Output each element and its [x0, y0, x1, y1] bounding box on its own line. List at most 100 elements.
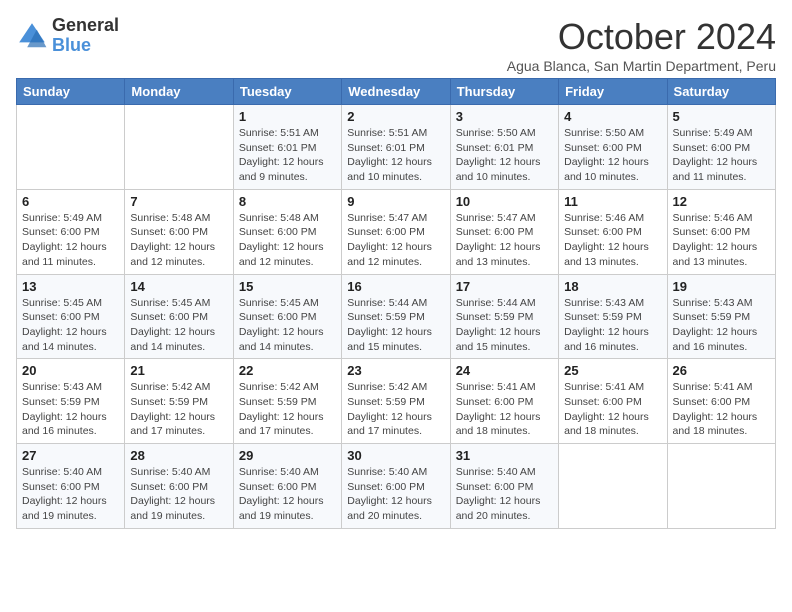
day-number: 8: [239, 194, 336, 209]
day-detail: Sunrise: 5:40 AM Sunset: 6:00 PM Dayligh…: [239, 465, 336, 524]
day-number: 15: [239, 279, 336, 294]
day-cell: 28Sunrise: 5:40 AM Sunset: 6:00 PM Dayli…: [125, 444, 233, 529]
day-cell: [17, 105, 125, 190]
day-cell: 26 Sunrise: 5:41 AM Sunset: 6:00 PM Dayli…: [667, 359, 775, 444]
day-detail: Sunrise: 5:48 AM Sunset: 6:00 PM Dayligh…: [130, 211, 227, 270]
day-number: 7: [130, 194, 227, 209]
calendar-title: October 2024: [507, 16, 776, 58]
day-cell: 29Sunrise: 5:40 AM Sunset: 6:00 PM Dayli…: [233, 444, 341, 529]
week-row-1: 1 Sunrise: 5:51 AM Sunset: 6:01 PM Daylig…: [17, 105, 776, 190]
column-header-tuesday: Tuesday: [233, 79, 341, 105]
day-detail: Sunrise: 5:51 AM Sunset: 6:01 PM Dayligh…: [239, 126, 336, 185]
day-number: 14: [130, 279, 227, 294]
day-number: 25: [564, 363, 661, 378]
day-number: 23: [347, 363, 444, 378]
day-detail: Sunrise: 5:50 AM Sunset: 6:00 PM Dayligh…: [564, 126, 661, 185]
day-number: 4: [564, 109, 661, 124]
day-cell: 23 Sunrise: 5:42 AM Sunset: 5:59 PM Dayli…: [342, 359, 450, 444]
day-detail: Sunrise: 5:42 AM Sunset: 5:59 PM Dayligh…: [347, 380, 444, 439]
day-detail: Sunrise: 5:42 AM Sunset: 5:59 PM Dayligh…: [239, 380, 336, 439]
day-number: 1: [239, 109, 336, 124]
logo-general-text: General: [52, 15, 119, 35]
day-detail: Sunrise: 5:50 AM Sunset: 6:01 PM Dayligh…: [456, 126, 553, 185]
day-cell: 3Sunrise: 5:50 AM Sunset: 6:01 PM Daylig…: [450, 105, 558, 190]
day-cell: 11 Sunrise: 5:46 AM Sunset: 6:00 PM Dayli…: [559, 189, 667, 274]
day-cell: 15 Sunrise: 5:45 AM Sunset: 6:00 PM Dayli…: [233, 274, 341, 359]
day-detail: Sunrise: 5:43 AM Sunset: 5:59 PM Dayligh…: [22, 380, 119, 439]
column-header-sunday: Sunday: [17, 79, 125, 105]
day-number: 11: [564, 194, 661, 209]
day-number: 24: [456, 363, 553, 378]
day-cell: 10 Sunrise: 5:47 AM Sunset: 6:00 PM Dayli…: [450, 189, 558, 274]
day-number: 17: [456, 279, 553, 294]
day-cell: 14 Sunrise: 5:45 AM Sunset: 6:00 PM Dayli…: [125, 274, 233, 359]
day-number: 10: [456, 194, 553, 209]
day-detail: Sunrise: 5:45 AM Sunset: 6:00 PM Dayligh…: [239, 296, 336, 355]
day-number: 20: [22, 363, 119, 378]
day-number: 6: [22, 194, 119, 209]
column-header-thursday: Thursday: [450, 79, 558, 105]
day-number: 30: [347, 448, 444, 463]
logo-blue-text: Blue: [52, 35, 91, 55]
day-detail: Sunrise: 5:46 AM Sunset: 6:00 PM Dayligh…: [673, 211, 770, 270]
day-cell: [125, 105, 233, 190]
column-header-monday: Monday: [125, 79, 233, 105]
logo-icon: [16, 20, 48, 52]
day-number: 19: [673, 279, 770, 294]
day-detail: Sunrise: 5:51 AM Sunset: 6:01 PM Dayligh…: [347, 126, 444, 185]
week-row-4: 20 Sunrise: 5:43 AM Sunset: 5:59 PM Dayli…: [17, 359, 776, 444]
day-number: 21: [130, 363, 227, 378]
day-detail: Sunrise: 5:44 AM Sunset: 5:59 PM Dayligh…: [347, 296, 444, 355]
day-cell: 22Sunrise: 5:42 AM Sunset: 5:59 PM Dayli…: [233, 359, 341, 444]
header-row: SundayMondayTuesdayWednesdayThursdayFrid…: [17, 79, 776, 105]
day-cell: [559, 444, 667, 529]
calendar-subtitle: Agua Blanca, San Martin Department, Peru: [507, 58, 776, 74]
day-detail: Sunrise: 5:43 AM Sunset: 5:59 PM Dayligh…: [673, 296, 770, 355]
day-detail: Sunrise: 5:47 AM Sunset: 6:00 PM Dayligh…: [347, 211, 444, 270]
day-cell: 24Sunrise: 5:41 AM Sunset: 6:00 PM Dayli…: [450, 359, 558, 444]
day-number: 26: [673, 363, 770, 378]
day-detail: Sunrise: 5:45 AM Sunset: 6:00 PM Dayligh…: [22, 296, 119, 355]
day-detail: Sunrise: 5:40 AM Sunset: 6:00 PM Dayligh…: [130, 465, 227, 524]
column-header-friday: Friday: [559, 79, 667, 105]
day-cell: 8 Sunrise: 5:48 AM Sunset: 6:00 PM Daylig…: [233, 189, 341, 274]
day-detail: Sunrise: 5:48 AM Sunset: 6:00 PM Dayligh…: [239, 211, 336, 270]
week-row-2: 6Sunrise: 5:49 AM Sunset: 6:00 PM Daylig…: [17, 189, 776, 274]
day-detail: Sunrise: 5:47 AM Sunset: 6:00 PM Dayligh…: [456, 211, 553, 270]
day-detail: Sunrise: 5:42 AM Sunset: 5:59 PM Dayligh…: [130, 380, 227, 439]
day-detail: Sunrise: 5:49 AM Sunset: 6:00 PM Dayligh…: [673, 126, 770, 185]
day-cell: 21 Sunrise: 5:42 AM Sunset: 5:59 PM Dayli…: [125, 359, 233, 444]
day-cell: 4 Sunrise: 5:50 AM Sunset: 6:00 PM Daylig…: [559, 105, 667, 190]
day-number: 13: [22, 279, 119, 294]
day-cell: 20 Sunrise: 5:43 AM Sunset: 5:59 PM Dayli…: [17, 359, 125, 444]
day-number: 27: [22, 448, 119, 463]
day-number: 31: [456, 448, 553, 463]
day-detail: Sunrise: 5:40 AM Sunset: 6:00 PM Dayligh…: [456, 465, 553, 524]
day-number: 12: [673, 194, 770, 209]
day-detail: Sunrise: 5:40 AM Sunset: 6:00 PM Dayligh…: [22, 465, 119, 524]
day-cell: 1 Sunrise: 5:51 AM Sunset: 6:01 PM Daylig…: [233, 105, 341, 190]
day-detail: Sunrise: 5:41 AM Sunset: 6:00 PM Dayligh…: [564, 380, 661, 439]
day-cell: 19 Sunrise: 5:43 AM Sunset: 5:59 PM Dayli…: [667, 274, 775, 359]
day-number: 9: [347, 194, 444, 209]
week-row-3: 13 Sunrise: 5:45 AM Sunset: 6:00 PM Dayli…: [17, 274, 776, 359]
day-cell: 30Sunrise: 5:40 AM Sunset: 6:00 PM Dayli…: [342, 444, 450, 529]
day-detail: Sunrise: 5:46 AM Sunset: 6:00 PM Dayligh…: [564, 211, 661, 270]
week-row-5: 27 Sunrise: 5:40 AM Sunset: 6:00 PM Dayli…: [17, 444, 776, 529]
day-detail: Sunrise: 5:41 AM Sunset: 6:00 PM Dayligh…: [673, 380, 770, 439]
day-cell: 5 Sunrise: 5:49 AM Sunset: 6:00 PM Daylig…: [667, 105, 775, 190]
calendar-table: SundayMondayTuesdayWednesdayThursdayFrid…: [16, 78, 776, 529]
day-cell: 6Sunrise: 5:49 AM Sunset: 6:00 PM Daylig…: [17, 189, 125, 274]
day-cell: 16Sunrise: 5:44 AM Sunset: 5:59 PM Dayli…: [342, 274, 450, 359]
day-cell: 9 Sunrise: 5:47 AM Sunset: 6:00 PM Daylig…: [342, 189, 450, 274]
day-number: 5: [673, 109, 770, 124]
day-cell: 31 Sunrise: 5:40 AM Sunset: 6:00 PM Dayli…: [450, 444, 558, 529]
title-block: October 2024 Agua Blanca, San Martin Dep…: [507, 16, 776, 74]
day-number: 2: [347, 109, 444, 124]
page-header: General Blue October 2024 Agua Blanca, S…: [16, 16, 776, 74]
day-detail: Sunrise: 5:45 AM Sunset: 6:00 PM Dayligh…: [130, 296, 227, 355]
day-detail: Sunrise: 5:43 AM Sunset: 5:59 PM Dayligh…: [564, 296, 661, 355]
day-number: 18: [564, 279, 661, 294]
day-cell: 27 Sunrise: 5:40 AM Sunset: 6:00 PM Dayli…: [17, 444, 125, 529]
day-cell: 17Sunrise: 5:44 AM Sunset: 5:59 PM Dayli…: [450, 274, 558, 359]
